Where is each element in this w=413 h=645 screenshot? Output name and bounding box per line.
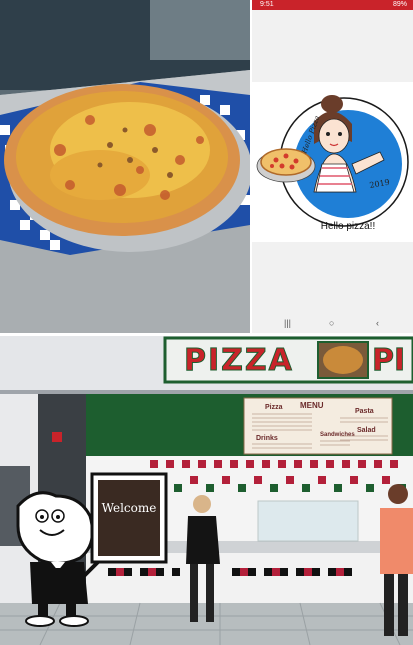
restaurant-photo-svg: PIZZA PI Pizza MENU Pasta Drinks Sandwic… <box>0 336 413 645</box>
restaurant-photo: PIZZA PI Pizza MENU Pasta Drinks Sandwic… <box>0 336 413 645</box>
pizza-sign-text-repeat: PI <box>372 343 405 378</box>
welcome-sign-text: Welcome <box>102 501 157 515</box>
menu-drinks-heading: Drinks <box>256 435 278 442</box>
menu-heading: MENU <box>300 401 324 410</box>
logo-caption: Hello pizza!! <box>321 221 375 232</box>
back-button[interactable]: ‹ <box>376 318 379 328</box>
pizza <box>4 84 240 236</box>
status-time: 9:51 <box>260 1 274 8</box>
recents-button[interactable]: ||| <box>284 318 291 328</box>
status-bar: 9:51 89% <box>252 0 413 10</box>
pizza-sign-text: PIZZA <box>184 343 294 378</box>
logo-card: 2019 Hello Pizza Hello pizza!! <box>252 82 413 242</box>
menu-pizza-heading: Pizza <box>265 404 283 411</box>
menu-board: Pizza MENU Pasta Drinks Sandwiches Salad <box>243 397 393 455</box>
status-battery: 89% <box>392 1 407 8</box>
welcome-sign: Welcome <box>90 472 168 564</box>
phone-screenshot: 9:51 89% 2019 Hello Pizza Hello pizza!! … <box>252 0 413 333</box>
android-nav-bar: ||| ○ ‹ <box>252 314 413 333</box>
pizza-photo-svg <box>0 0 250 333</box>
menu-salad-heading: Salad <box>357 427 376 434</box>
home-button[interactable]: ○ <box>329 318 334 328</box>
menu-pasta-heading: Pasta <box>355 408 374 415</box>
hello-pizza-logo: 2019 Hello Pizza Hello pizza!! <box>256 95 409 232</box>
pizza-photo <box>0 0 250 333</box>
menu-sandwiches-heading: Sandwiches <box>320 432 355 438</box>
